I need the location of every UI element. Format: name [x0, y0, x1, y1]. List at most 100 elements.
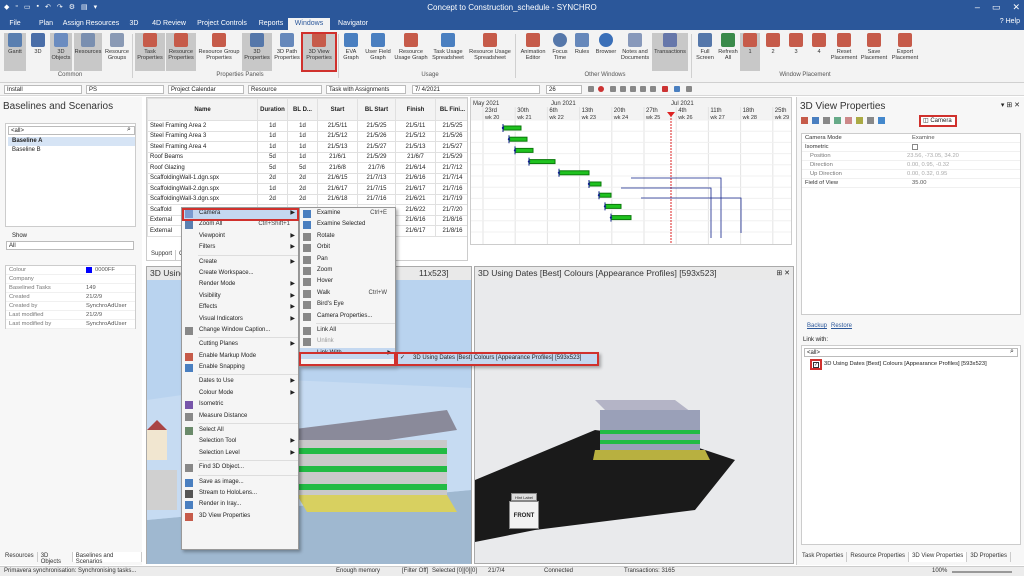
tab-plan[interactable]: Plan: [34, 18, 58, 30]
placement-2-button[interactable]: 2: [763, 33, 783, 71]
step-back-icon[interactable]: [588, 86, 594, 92]
camera-menu-item[interactable]: Pan: [300, 254, 395, 265]
install-combo[interactable]: Install: [4, 85, 82, 94]
placement-3-button[interactable]: 3: [786, 33, 806, 71]
context-menu-item[interactable]: Stream to HoloLens...: [182, 488, 298, 499]
gantt-button[interactable]: Gantt: [4, 33, 26, 71]
isometric-checkbox[interactable]: [912, 144, 918, 150]
reset-placement-button[interactable]: Reset Placement: [830, 33, 858, 71]
browser-button[interactable]: Browser: [594, 33, 618, 71]
tab-file[interactable]: File: [4, 18, 26, 30]
camera-menu-item[interactable]: Walk Ctrl+W: [300, 288, 395, 299]
3d-objects-button[interactable]: 3D Objects: [50, 33, 72, 71]
resources-button[interactable]: Resources: [74, 33, 102, 71]
baseline-item[interactable]: Baseline A: [8, 137, 135, 146]
tool-icon[interactable]: [801, 117, 808, 124]
col-header[interactable]: Start: [317, 98, 358, 121]
baseline-item[interactable]: Baseline B: [8, 146, 135, 155]
pause-icon[interactable]: [630, 86, 636, 92]
task-assignments-combo[interactable]: Task with Assignments: [326, 85, 406, 94]
export-placement-button[interactable]: Export Placement: [890, 33, 920, 71]
tool-icon[interactable]: [856, 117, 863, 124]
tab-project-controls[interactable]: Project Controls: [194, 18, 250, 30]
table-row[interactable]: ScaffoldingWall-1.dgn.spx 2d 2d 21/6/15 21/7…: [147, 172, 467, 184]
task-properties-button[interactable]: Task Properties: [135, 33, 165, 71]
context-menu-item[interactable]: Change Window Caption...: [182, 325, 298, 336]
camera-menu-item[interactable]: Rotate: [300, 231, 395, 242]
tab-support[interactable]: Support: [148, 250, 177, 260]
table-row[interactable]: Steel Framing Area 4 1d 1d 21/5/13 21/5/27 21…: [147, 141, 467, 153]
play-back-icon[interactable]: [620, 86, 626, 92]
col-header[interactable]: Name: [147, 98, 258, 121]
camera-icon[interactable]: [674, 86, 680, 92]
record-icon[interactable]: [598, 86, 604, 92]
fast-forward-icon[interactable]: [650, 86, 656, 92]
col-header[interactable]: BL D...: [287, 98, 318, 121]
resource-usage-spreadsheet-button[interactable]: Resource Usage Spreadsheet: [468, 33, 512, 71]
context-menu-item[interactable]: Visual Indicators ▶: [182, 314, 298, 325]
zoom-slider[interactable]: [952, 571, 1012, 573]
eva-graph-button[interactable]: EVA Graph: [340, 33, 362, 71]
resource-usage-graph-button[interactable]: Resource Usage Graph: [394, 33, 428, 71]
tool-icon[interactable]: [878, 117, 885, 124]
rewind-icon[interactable]: [610, 86, 616, 92]
tab-reports[interactable]: Reports: [254, 18, 288, 30]
tab-navigator[interactable]: Navigator: [334, 18, 372, 30]
prop-value[interactable]: 0000FF: [95, 266, 115, 274]
notes-documents-button[interactable]: Notes and Documents: [620, 33, 650, 71]
context-menu-item[interactable]: Create Workspace...: [182, 268, 298, 279]
user-field-graph-button[interactable]: User Field Graph: [364, 33, 392, 71]
camera-menu-item[interactable]: Hover: [300, 276, 395, 287]
context-menu-item[interactable]: Select All: [182, 425, 298, 436]
calendar-combo[interactable]: Project Calendar: [168, 85, 244, 94]
context-menu-item[interactable]: Save as image...: [182, 477, 298, 488]
resource-properties-button[interactable]: Resource Properties: [166, 33, 196, 71]
3d-button[interactable]: 3D: [28, 33, 48, 71]
zoom-field[interactable]: 26: [546, 85, 582, 94]
context-menu-item[interactable]: Zoom All Ctrl+Shift+1: [182, 219, 298, 230]
tool-icon[interactable]: [834, 117, 841, 124]
camera-menu-item[interactable]: Examine Selected: [300, 219, 395, 230]
3d-properties-button[interactable]: 3D Properties: [242, 33, 272, 71]
context-menu-item[interactable]: Viewpoint ▶: [182, 231, 298, 242]
context-menu-item[interactable]: Measure Distance: [182, 411, 298, 422]
col-header[interactable]: BL Fini...: [435, 98, 467, 121]
table-row[interactable]: ScaffoldingWall-2.dgn.spx 1d 2d 21/6/17 21/7…: [147, 183, 467, 195]
3d-view-right[interactable]: 3D Using Dates [Best] Colours [Appearanc…: [474, 266, 794, 564]
tool-icon[interactable]: [845, 117, 852, 124]
date-field[interactable]: 7/ 4/2021: [412, 85, 540, 94]
save-placement-button[interactable]: Save Placement: [860, 33, 888, 71]
resource-groups-button[interactable]: Resource Groups: [104, 33, 130, 71]
resource-combo[interactable]: Resource: [248, 85, 322, 94]
pin-icon[interactable]: ⊞ ✕: [776, 269, 790, 277]
close-button[interactable]: ✕: [1012, 2, 1020, 13]
tab-resource-properties[interactable]: Resource Properties: [847, 552, 910, 562]
tab-3d-properties[interactable]: 3D Properties: [967, 552, 1011, 562]
tool-icon[interactable]: [867, 117, 874, 124]
context-menu-item[interactable]: Enable Markup Mode: [182, 351, 298, 362]
context-menu-item[interactable]: Filters ▶: [182, 242, 298, 253]
show-combo[interactable]: All: [6, 241, 134, 250]
table-row[interactable]: ScaffoldingWall-3.dgn.spx 2d 2d 21/6/18 21/7…: [147, 193, 467, 205]
context-menu-item[interactable]: Colour Mode ▶: [182, 388, 298, 399]
table-row[interactable]: Steel Framing Area 3 1d 1d 21/5/12 21/5/26 21…: [147, 130, 467, 142]
col-header[interactable]: Duration: [257, 98, 288, 121]
task-usage-spreadsheet-button[interactable]: Task Usage Spreadsheet: [430, 33, 466, 71]
restore-link[interactable]: Restore: [831, 323, 852, 329]
link-checkbox[interactable]: ✓: [813, 362, 819, 368]
maximize-button[interactable]: ▭: [992, 2, 1001, 13]
col-header[interactable]: Finish: [395, 98, 436, 121]
3d-path-properties-button[interactable]: 3D Path Properties: [273, 33, 301, 71]
tab-resources[interactable]: Resources: [2, 552, 38, 562]
context-menu-item[interactable]: Enable Snapping: [182, 362, 298, 373]
camera-menu-item[interactable]: Unlink: [300, 336, 395, 347]
full-screen-button[interactable]: Full Screen: [694, 33, 716, 71]
help-link[interactable]: ? Help: [1000, 18, 1020, 25]
context-menu-item[interactable]: Cutting Planes ▶: [182, 339, 298, 350]
tab-3d[interactable]: 3D: [124, 18, 144, 30]
minimize-button[interactable]: –: [975, 2, 980, 13]
refresh-all-button[interactable]: Refresh All: [718, 33, 738, 71]
camera-menu-item[interactable]: Bird's Eye: [300, 299, 395, 310]
tool-icon[interactable]: [812, 117, 819, 124]
context-menu-item[interactable]: Find 3D Object...: [182, 462, 298, 473]
